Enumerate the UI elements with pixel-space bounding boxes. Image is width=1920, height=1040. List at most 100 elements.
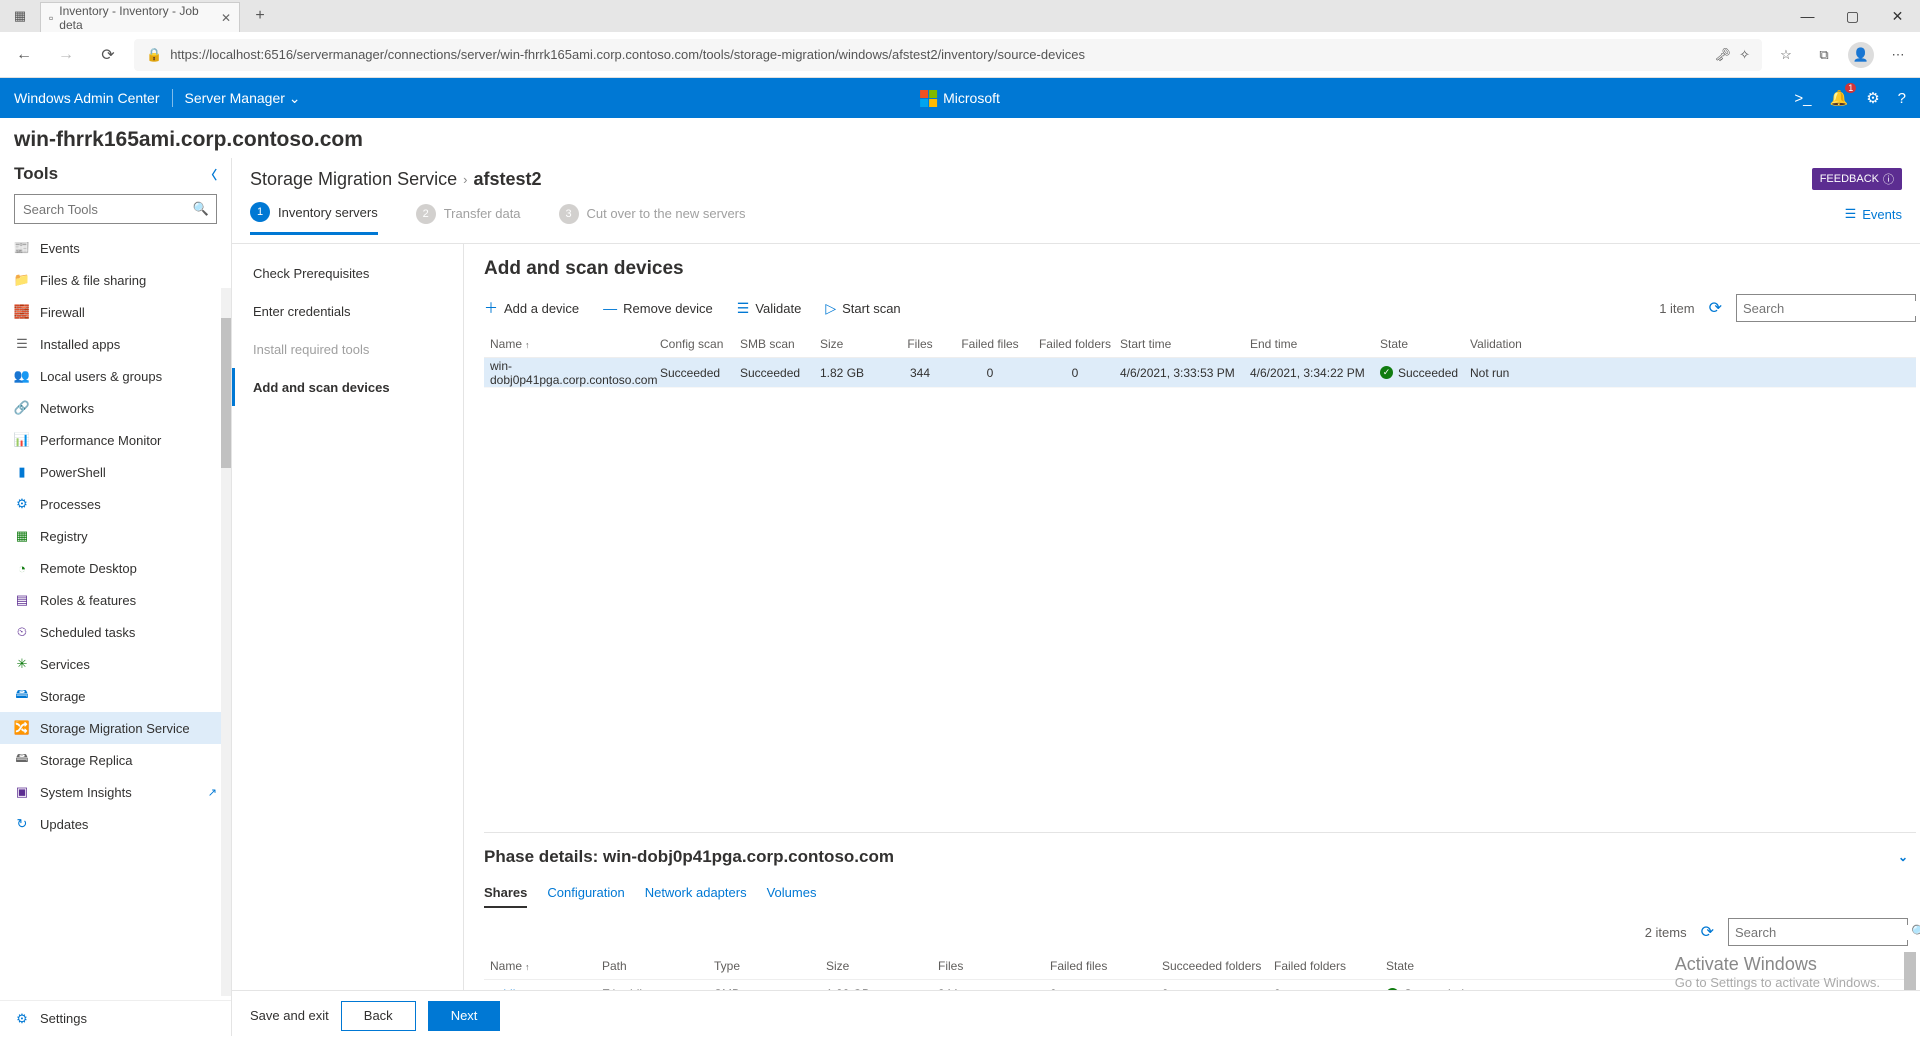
sidebar-settings[interactable]: ⚙ Settings xyxy=(0,1000,231,1036)
col-failed-files[interactable]: Failed files xyxy=(950,337,1030,351)
context-dropdown[interactable]: Server Manager ⌄ xyxy=(185,90,301,107)
back-button[interactable]: ← xyxy=(8,39,40,71)
url-input[interactable]: 🔒 https://localhost:6516/servermanager/c… xyxy=(134,39,1762,71)
help-icon[interactable]: ? xyxy=(1898,90,1906,107)
substep-add-scan[interactable]: Add and scan devices xyxy=(232,368,463,406)
chevron-down-icon[interactable]: ⌄ xyxy=(1898,850,1908,864)
add-device-button[interactable]: ＋Add a device xyxy=(484,298,579,318)
sidebar-item[interactable]: ✳Services xyxy=(0,648,231,680)
maximize-button[interactable]: ▢ xyxy=(1830,0,1875,32)
sidebar-scrollbar[interactable] xyxy=(221,288,231,996)
play-icon: ▷ xyxy=(825,300,836,317)
col-name[interactable]: Name↑ xyxy=(490,959,602,973)
shares-search[interactable]: 🔍 xyxy=(1728,918,1908,946)
sidebar-item[interactable]: ⏲Scheduled tasks xyxy=(0,616,231,648)
sidebar-item[interactable]: ↻Updates xyxy=(0,808,231,840)
tab-volumes[interactable]: Volumes xyxy=(767,881,817,908)
step-transfer[interactable]: 2Transfer data xyxy=(416,204,521,234)
sidebar-item[interactable]: ▮PowerShell xyxy=(0,456,231,488)
notif-badge: 1 xyxy=(1845,83,1856,93)
col-type[interactable]: Type xyxy=(714,959,826,973)
sidebar-item[interactable]: ▤Roles & features xyxy=(0,584,231,616)
sidebar-item[interactable]: 👥Local users & groups xyxy=(0,360,231,392)
sidebar-item[interactable]: 📊Performance Monitor xyxy=(0,424,231,456)
browser-tab[interactable]: ▫ Inventory - Inventory - Job deta ✕ xyxy=(40,2,240,32)
refresh-icon[interactable]: ⟳ xyxy=(1701,922,1714,942)
tool-label: Storage Replica xyxy=(40,753,133,768)
tool-icon: 📁 xyxy=(14,272,30,288)
more-icon[interactable]: ⋯ xyxy=(1884,41,1912,69)
sidebar-item[interactable]: 🔗Networks xyxy=(0,392,231,424)
sidebar-item[interactable]: ▣System Insights↗ xyxy=(0,776,231,808)
remove-device-button[interactable]: ―Remove device xyxy=(603,300,713,316)
substep-creds[interactable]: Enter credentials xyxy=(232,292,463,330)
breadcrumb-root[interactable]: Storage Migration Service xyxy=(250,169,457,190)
password-icon[interactable]: 🗝 xyxy=(1715,47,1732,63)
start-scan-button[interactable]: ▷Start scan xyxy=(825,300,900,317)
refresh-button[interactable]: ⟳ xyxy=(92,39,124,71)
notifications-icon[interactable]: 🔔1 xyxy=(1830,89,1849,107)
refresh-icon[interactable]: ⟳ xyxy=(1709,298,1722,318)
tab-configuration[interactable]: Configuration xyxy=(547,881,624,908)
console-icon[interactable]: >_ xyxy=(1794,90,1811,107)
favorites-icon[interactable]: ☆ xyxy=(1772,41,1800,69)
phase-title: Phase details: win-dobj0p41pga.corp.cont… xyxy=(484,847,894,867)
col-files[interactable]: Files xyxy=(890,337,950,351)
events-link[interactable]: ☰Events xyxy=(1845,206,1902,222)
col-smb[interactable]: SMB scan xyxy=(740,337,820,351)
close-icon[interactable]: ✕ xyxy=(221,11,231,25)
tool-icon: ▤ xyxy=(14,592,30,608)
tab-shares[interactable]: Shares xyxy=(484,881,527,908)
col-validation[interactable]: Validation xyxy=(1470,337,1540,351)
col-failed-folders[interactable]: Failed folders xyxy=(1030,337,1120,351)
sidebar-item[interactable]: 🔀Storage Migration Service xyxy=(0,712,231,744)
feedback-button[interactable]: FEEDBACK ⓘ xyxy=(1812,168,1902,190)
step-inventory[interactable]: 1Inventory servers xyxy=(250,202,378,235)
search-tools[interactable]: 🔍 xyxy=(14,194,217,224)
new-tab-button[interactable]: + xyxy=(246,2,274,30)
back-button[interactable]: Back xyxy=(341,1001,416,1031)
device-row[interactable]: win-dobj0p41pga.corp.contoso.com Succeed… xyxy=(484,358,1916,388)
col-path[interactable]: Path xyxy=(602,959,714,973)
profile-avatar[interactable]: 👤 xyxy=(1848,42,1874,68)
sidebar-item[interactable]: 🖴Storage xyxy=(0,680,231,712)
sidebar-item[interactable]: ▦Registry xyxy=(0,520,231,552)
col-succeeded-folders[interactable]: Succeeded folders xyxy=(1162,959,1274,973)
col-state[interactable]: State xyxy=(1386,959,1506,973)
col-files[interactable]: Files xyxy=(938,959,1050,973)
col-size[interactable]: Size xyxy=(820,337,890,351)
list-icon: ☰ xyxy=(1845,206,1857,222)
col-failed-folders[interactable]: Failed folders xyxy=(1274,959,1386,973)
app-title[interactable]: Windows Admin Center xyxy=(14,90,160,106)
next-button[interactable]: Next xyxy=(428,1001,501,1031)
col-start[interactable]: Start time xyxy=(1120,337,1250,351)
sidebar-item[interactable]: 📁Files & file sharing xyxy=(0,264,231,296)
col-config[interactable]: Config scan xyxy=(660,337,740,351)
search-tools-input[interactable] xyxy=(14,194,217,224)
devices-search[interactable]: 🔍 xyxy=(1736,294,1916,322)
step-cutover[interactable]: 3Cut over to the new servers xyxy=(559,204,746,234)
collections-icon[interactable]: ⧉ xyxy=(1810,41,1838,69)
col-name[interactable]: Name↑ xyxy=(490,337,660,351)
sidebar-item[interactable]: 🧱Firewall xyxy=(0,296,231,328)
col-size[interactable]: Size xyxy=(826,959,938,973)
minimize-button[interactable]: ― xyxy=(1785,0,1830,32)
sidebar-item[interactable]: ☰Installed apps xyxy=(0,328,231,360)
collapse-icon[interactable]: 〈 xyxy=(205,166,217,183)
col-end[interactable]: End time xyxy=(1250,337,1380,351)
sidebar-item[interactable]: 📰Events xyxy=(0,232,231,264)
tab-network[interactable]: Network adapters xyxy=(645,881,747,908)
sidebar-item[interactable]: ◔Remote Desktop xyxy=(0,552,231,584)
substep-prereq[interactable]: Check Prerequisites xyxy=(232,254,463,292)
sidebar-item[interactable]: 🖴Storage Replica xyxy=(0,744,231,776)
gear-icon[interactable]: ⚙ xyxy=(1866,89,1879,107)
col-failed-files[interactable]: Failed files xyxy=(1050,959,1162,973)
col-state[interactable]: State xyxy=(1380,337,1470,351)
close-button[interactable]: ✕ xyxy=(1875,0,1920,32)
save-exit-link[interactable]: Save and exit xyxy=(250,1008,329,1023)
validate-button[interactable]: ☰Validate xyxy=(737,300,802,317)
tool-label: Storage xyxy=(40,689,86,704)
sidebar-item[interactable]: ⚙Processes xyxy=(0,488,231,520)
reader-icon[interactable]: ✧ xyxy=(1739,47,1750,63)
item-count: 1 item xyxy=(1659,301,1694,316)
